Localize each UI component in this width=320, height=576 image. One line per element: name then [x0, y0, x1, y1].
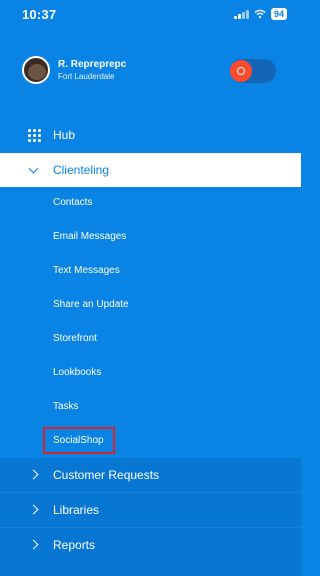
chevron-right-icon	[28, 469, 39, 480]
chevron-down-icon	[28, 163, 39, 174]
submenu-item-storefront[interactable]: Storefront	[53, 333, 97, 345]
lower-menu: Customer Requests Libraries Reports	[0, 458, 301, 576]
submenu-item-contacts[interactable]: Contacts	[53, 197, 92, 209]
chevron-right-icon	[28, 539, 39, 550]
menu-item-hub-label: Hub	[53, 128, 76, 142]
menu-item-libraries-label: Libraries	[53, 503, 100, 517]
menu-item-reports-label: Reports	[53, 538, 96, 552]
wifi-icon	[254, 9, 266, 19]
profile-header: R. Repreprepc Fort Lauderdale	[0, 46, 301, 98]
profile-location: Fort Lauderdale	[58, 72, 115, 81]
submenu-item-email-messages[interactable]: Email Messages	[53, 231, 126, 243]
menu-item-libraries[interactable]: Libraries	[0, 493, 301, 527]
status-icons: 94	[234, 8, 287, 20]
battery-indicator: 94	[270, 8, 287, 20]
menu-item-hub[interactable]: Hub	[0, 118, 301, 152]
submenu-item-tasks[interactable]: Tasks	[53, 401, 79, 413]
status-bar: 10:37 94	[0, 0, 301, 32]
grid-icon	[28, 129, 41, 142]
menu-item-customer-requests[interactable]: Customer Requests	[0, 458, 301, 492]
chevron-right-icon	[28, 504, 39, 515]
avatar[interactable]	[22, 56, 50, 84]
menu-item-clienteling-label: Clienteling	[53, 163, 110, 177]
submenu-item-text-messages[interactable]: Text Messages	[53, 265, 120, 277]
socialshop-highlight	[43, 427, 115, 454]
status-toggle[interactable]	[230, 59, 276, 83]
profile-name: R. Repreprepc	[58, 59, 127, 70]
signal-icon	[234, 9, 249, 19]
clienteling-submenu	[0, 187, 301, 458]
toggle-knob	[230, 60, 252, 82]
menu-item-reports[interactable]: Reports	[0, 528, 301, 562]
menu-item-clienteling[interactable]: Clienteling	[0, 153, 301, 187]
status-time: 10:37	[22, 7, 57, 22]
menu-item-customer-requests-label: Customer Requests	[53, 468, 160, 482]
submenu-item-lookbooks[interactable]: Lookbooks	[53, 367, 101, 379]
submenu-item-share-an-update[interactable]: Share an Update	[53, 299, 129, 311]
